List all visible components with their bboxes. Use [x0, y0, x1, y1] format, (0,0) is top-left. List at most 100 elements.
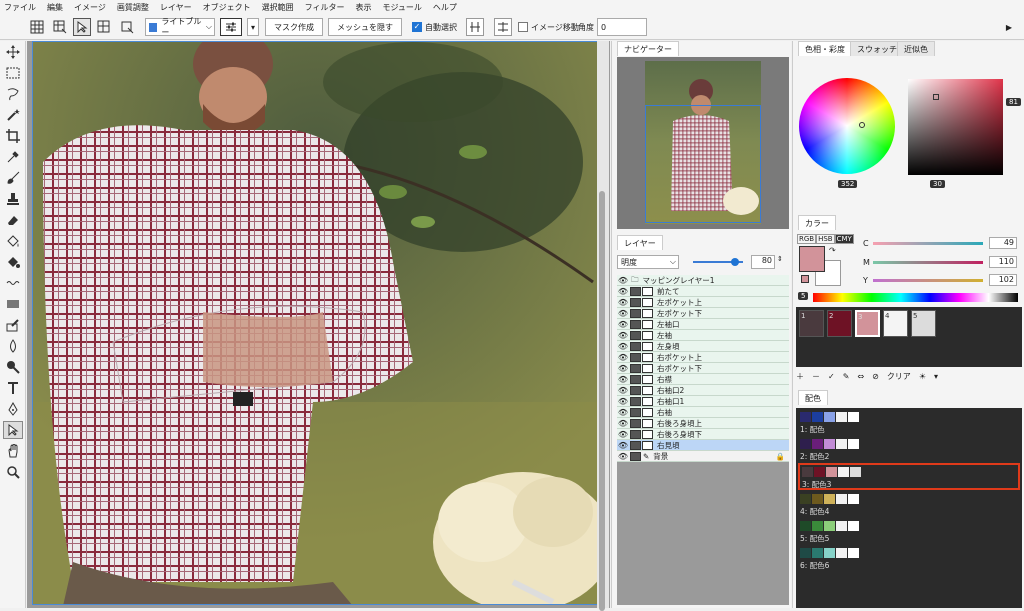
spin-icon[interactable]: ⇕ [777, 255, 787, 269]
eye-icon[interactable]: 👁 [617, 441, 629, 450]
layer-row[interactable]: 👁 右ポケット下 [617, 363, 789, 374]
tab-navigator[interactable]: ナビゲーター [617, 41, 679, 56]
tab-schemes[interactable]: 配色 [798, 390, 828, 405]
hue-wheel[interactable] [799, 78, 895, 174]
tab-layers[interactable]: レイヤー [617, 235, 663, 250]
drop-icon[interactable] [3, 337, 23, 355]
pen-icon[interactable] [3, 400, 23, 418]
canvas-vertical-scrollbar[interactable] [597, 41, 609, 611]
brush-icon[interactable] [3, 169, 23, 187]
slider-track[interactable] [873, 241, 983, 245]
eye-icon[interactable]: 👁 [617, 430, 629, 439]
slider-track[interactable] [873, 260, 983, 264]
eye-icon[interactable]: 👁 [617, 397, 629, 406]
tab-similar-colors[interactable]: 近似色 [897, 41, 935, 56]
wave-icon[interactable] [3, 274, 23, 292]
eye-icon[interactable]: 👁 [617, 276, 629, 285]
swatch[interactable]: 1 [799, 310, 824, 337]
navigator-viewport-rect[interactable] [645, 105, 761, 223]
mode-cmy[interactable]: CMY [834, 234, 854, 244]
transform-icon[interactable] [118, 18, 136, 36]
eye-icon[interactable]: 👁 [617, 364, 629, 373]
hue-picker[interactable] [859, 122, 865, 128]
layer-row[interactable]: 👁 左袖口 [617, 319, 789, 330]
magic-wand-icon[interactable] [3, 106, 23, 124]
layer-row[interactable]: 👁 右襟 [617, 374, 789, 385]
layer-row[interactable]: 👁 🗀 マッピングレイヤー1 [617, 275, 789, 286]
canvas-area[interactable] [27, 41, 610, 608]
settings-sliders-icon[interactable] [220, 18, 242, 36]
menu-image[interactable]: イメージ [74, 2, 106, 13]
eye-icon[interactable]: 👁 [617, 331, 629, 340]
tab-hue-saturation[interactable]: 色相・彩度 [798, 41, 852, 56]
image-move-checkbox[interactable]: イメージ移動 [518, 18, 579, 36]
menu-module[interactable]: モジュール [382, 2, 421, 13]
clear-button[interactable]: クリア [887, 371, 911, 382]
layer-row[interactable]: 👁 右ポケット上 [617, 352, 789, 363]
menu-layer[interactable]: レイヤー [160, 2, 192, 13]
scheme-item[interactable]: 2: 配色2 [798, 437, 1020, 464]
angle-input[interactable]: 0 [597, 18, 647, 36]
rectangle-icon[interactable] [3, 295, 23, 313]
layer-row[interactable]: 👁 左ポケット下 [617, 308, 789, 319]
scrollbar-thumb[interactable] [599, 191, 605, 611]
scheme-item[interactable]: 1: 配色 [798, 410, 1020, 437]
mode-rgb[interactable]: RGB [797, 234, 817, 244]
layer-row-selected[interactable]: 👁 右見頃 [617, 440, 789, 451]
smudge-icon[interactable] [3, 358, 23, 376]
menu-edit[interactable]: 編集 [47, 2, 63, 13]
eye-icon[interactable]: 👁 [617, 287, 629, 296]
mode-hsb[interactable]: HSB [816, 234, 835, 244]
move-icon[interactable] [3, 43, 23, 61]
eye-icon[interactable]: 👁 [617, 419, 629, 428]
scheme-item[interactable]: 6: 配色6 [798, 546, 1020, 573]
auto-select-checkbox[interactable]: ✓ 自動選択 [412, 18, 457, 36]
slider-value[interactable]: 49 [989, 237, 1017, 249]
layer-row[interactable]: 👁 右後ろ身頃上 [617, 418, 789, 429]
eye-icon[interactable]: 👁 [617, 320, 629, 329]
crop-icon[interactable] [3, 127, 23, 145]
stamp-icon[interactable] [3, 190, 23, 208]
zoom-icon[interactable] [3, 463, 23, 481]
swatch[interactable]: 2 [827, 310, 852, 337]
align-horizontal-icon[interactable] [494, 18, 512, 36]
mesh-point-icon[interactable] [95, 18, 113, 36]
opacity-slider-handle[interactable] [731, 258, 739, 266]
layer-row[interactable]: 👁 左袖 [617, 330, 789, 341]
eye-icon[interactable]: 👁 [617, 375, 629, 384]
layer-row[interactable]: 👁 右袖 [617, 407, 789, 418]
saturation-brightness-square[interactable] [908, 79, 1003, 175]
chevron-down-icon[interactable]: ▾ [247, 18, 259, 36]
photo-image[interactable] [32, 41, 600, 605]
eye-icon[interactable]: 👁 [617, 386, 629, 395]
color-dropdown[interactable]: ライトブルー ⌵ [145, 17, 215, 37]
eye-icon[interactable]: 👁 [617, 298, 629, 307]
eye-icon[interactable]: 👁 [617, 353, 629, 362]
minus-icon[interactable]: － [812, 371, 820, 382]
layer-row[interactable]: 👁 右袖口2 [617, 385, 789, 396]
eye-icon[interactable]: 👁 [617, 342, 629, 351]
image-paint-icon[interactable] [3, 316, 23, 334]
grid-add-icon[interactable] [28, 18, 46, 36]
layer-row[interactable]: 👁 右袖口1 [617, 396, 789, 407]
menu-file[interactable]: ファイル [4, 2, 36, 13]
menu-object[interactable]: オブジェクト [203, 2, 251, 13]
grid-edit-icon[interactable] [51, 18, 69, 36]
eye-icon[interactable]: 👁 [617, 309, 629, 318]
check-icon[interactable]: ✓ [828, 372, 835, 381]
opacity-slider[interactable] [693, 258, 743, 266]
slider-y[interactable]: Y 102 [863, 274, 1023, 286]
tab-swatches[interactable]: スウォッチ [850, 41, 904, 56]
opacity-input[interactable]: 80 [751, 255, 775, 269]
slider-value[interactable]: 102 [989, 274, 1017, 286]
color-spectrum-bar[interactable] [813, 293, 1018, 302]
slider-track[interactable] [873, 278, 983, 282]
layer-row[interactable]: 👁 前たて [617, 286, 789, 297]
menu-view[interactable]: 表示 [355, 2, 371, 13]
replace-color-icon[interactable] [3, 253, 23, 271]
swatch[interactable]: 4 [883, 310, 908, 337]
play-right-icon[interactable]: ▶ [1004, 18, 1014, 36]
lasso-icon[interactable] [3, 85, 23, 103]
swap-colors-icon[interactable]: ↷ [829, 246, 836, 255]
layer-row-background[interactable]: 👁 ✎ 背景 🔒 [617, 451, 789, 462]
